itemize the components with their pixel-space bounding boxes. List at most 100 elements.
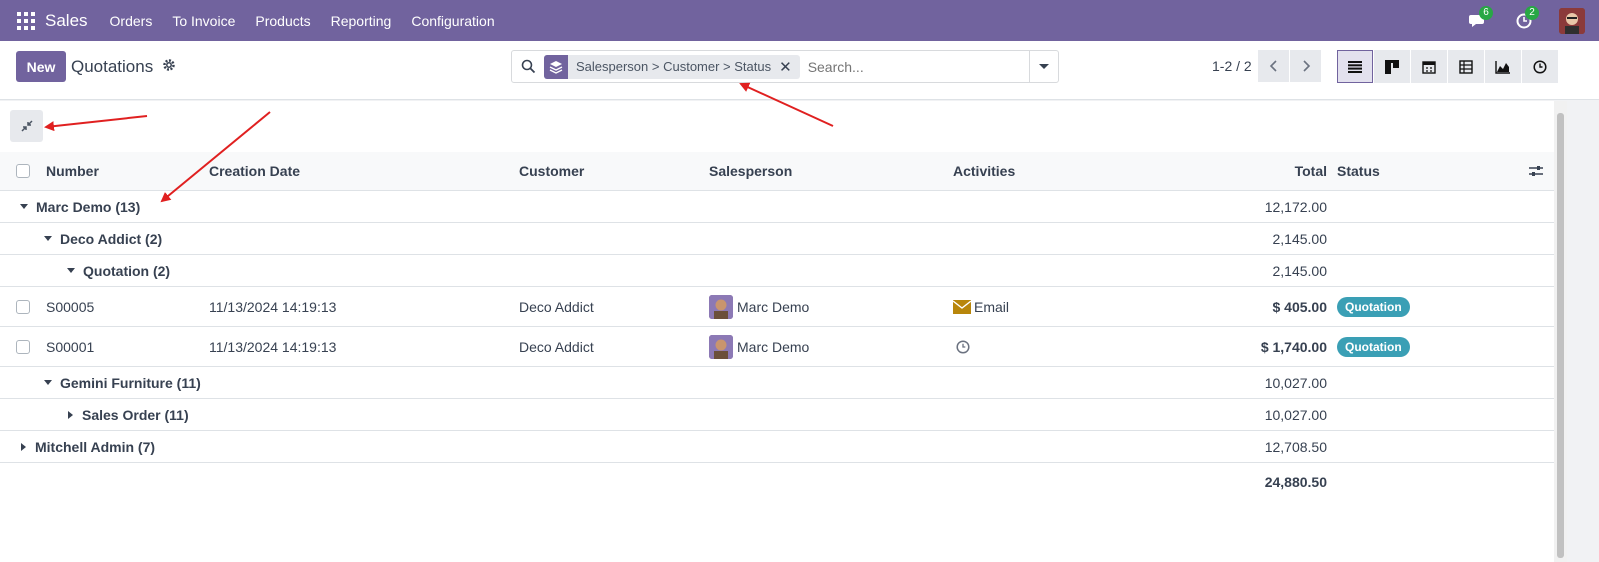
facet-label: Salesperson > Customer > Status [576,59,772,74]
view-switcher [1337,50,1559,83]
search-bar[interactable]: Salesperson > Customer > Status ✕ [511,50,1059,83]
page-title[interactable]: Quotations [71,57,153,77]
cell-customer: Deco Addict [519,298,594,315]
scrollbar-thumb[interactable] [1557,113,1564,558]
activity-clock-icon [1533,59,1547,74]
table-row[interactable]: S00005 11/13/2024 14:19:13 Deco Addict M… [0,287,1554,327]
search-icon[interactable] [512,51,544,82]
group-row[interactable]: Mitchell Admin (7) 12,708.50 [0,431,1554,463]
caret-down-icon [67,268,75,273]
group-row[interactable]: Deco Addict (2) 2,145.00 [0,223,1554,255]
groupby-facet[interactable]: Salesperson > Customer > Status ✕ [544,54,800,79]
cell-activities[interactable]: Email [953,287,1009,326]
list-icon [1348,60,1362,73]
collapse-all-button[interactable] [10,110,43,142]
column-creation-date[interactable]: Creation Date [209,152,300,190]
cell-total: $ 405.00 [1272,298,1328,315]
search-options-toggle[interactable] [1029,51,1058,82]
column-salesperson[interactable]: Salesperson [709,152,792,190]
top-navbar: Sales Orders To Invoice Products Reporti… [0,0,1599,41]
envelope-icon [953,299,971,314]
column-total[interactable]: Total [1295,152,1327,190]
grand-total: 24,880.50 [1264,473,1327,490]
group-label: Deco Addict (2) [60,230,163,247]
group-row[interactable]: Sales Order (11) 10,027.00 [0,399,1554,431]
caret-right-icon [21,442,26,451]
caret-down-icon [1039,64,1049,69]
records-table: Number Creation Date Customer Salesperso… [0,152,1554,500]
menu-orders[interactable]: Orders [110,13,153,29]
app-name[interactable]: Sales [45,11,88,31]
select-all-checkbox[interactable] [16,164,30,178]
group-row[interactable]: Marc Demo (13) 12,172.00 [0,191,1554,223]
caret-down-icon [44,380,52,385]
column-number[interactable]: Number [46,152,99,190]
cell-salesperson[interactable]: Marc Demo [709,287,809,326]
group-total: 12,172.00 [1264,198,1327,215]
cell-activities[interactable] [956,327,970,366]
select-all-checkbox-cell[interactable] [16,152,30,190]
group-total: 2,145.00 [1272,262,1328,279]
pager-previous-button[interactable] [1258,50,1289,82]
row-checkbox[interactable] [16,339,30,354]
column-activities[interactable]: Activities [953,152,1015,190]
activities-badge: 2 [1525,5,1539,20]
layers-icon [544,54,568,79]
group-label: Marc Demo (13) [36,198,141,215]
salesperson-name: Marc Demo [737,298,810,315]
cell-salesperson[interactable]: Marc Demo [709,327,809,366]
status-badge: Quotation [1337,336,1410,357]
activity-view-button[interactable] [1522,50,1558,83]
optional-columns-toggle[interactable] [1529,152,1543,190]
kanban-icon [1385,59,1399,74]
vertical-scrollbar[interactable] [1554,101,1567,562]
caret-right-icon [68,410,73,419]
pivot-view-button[interactable] [1448,50,1484,83]
graph-view-button[interactable] [1485,50,1521,83]
menu-reporting[interactable]: Reporting [331,13,392,29]
messages-badge: 6 [1479,5,1493,20]
menu-to-invoice[interactable]: To Invoice [172,13,235,29]
clock-icon [956,339,970,354]
cell-creation-date: 11/13/2024 14:19:13 [209,338,337,355]
menu-products[interactable]: Products [255,13,310,29]
row-checkbox[interactable] [16,299,30,314]
chevron-left-icon [1269,60,1277,72]
column-status[interactable]: Status [1337,152,1380,190]
user-avatar[interactable] [1559,7,1585,34]
pager-next-button[interactable] [1290,50,1321,82]
cell-creation-date: 11/13/2024 14:19:13 [209,298,337,315]
list-view-button[interactable] [1337,50,1373,83]
group-row[interactable]: Quotation (2) 2,145.00 [0,255,1554,287]
gear-icon[interactable] [162,58,176,72]
new-button[interactable]: New [16,51,66,82]
activities-button[interactable]: 2 [1513,5,1539,32]
cell-total: $ 1,740.00 [1260,338,1327,355]
avatar [709,294,733,319]
calendar-view-button[interactable] [1411,50,1447,83]
search-input[interactable] [807,58,1028,75]
status-badge: Quotation [1337,296,1410,317]
group-row[interactable]: Gemini Furniture (11) 10,027.00 [0,367,1554,399]
calendar-icon [1422,60,1436,74]
pivot-icon [1459,59,1473,74]
compress-icon [20,120,33,132]
kanban-view-button[interactable] [1374,50,1410,83]
column-customer[interactable]: Customer [519,152,584,190]
activity-label: Email [974,298,1010,315]
messages-button[interactable]: 6 [1467,5,1493,32]
table-row[interactable]: S00001 11/13/2024 14:19:13 Deco Addict M… [0,327,1554,367]
pager-value[interactable]: 1-2 / 2 [1212,58,1252,74]
menu-configuration[interactable]: Configuration [411,13,494,29]
group-label: Gemini Furniture (11) [60,374,201,391]
cell-number: S00005 [46,298,95,315]
group-total: 2,145.00 [1272,230,1328,247]
chevron-right-icon [1302,60,1310,72]
cell-number: S00001 [46,338,95,355]
control-panel: New Quotations Salesperson > Customer > … [0,41,1599,100]
group-total: 10,027.00 [1264,406,1327,423]
salesperson-name: Marc Demo [737,338,810,355]
close-icon[interactable]: ✕ [779,58,800,76]
app-grid-icon[interactable] [17,11,35,30]
avatar [709,334,733,359]
